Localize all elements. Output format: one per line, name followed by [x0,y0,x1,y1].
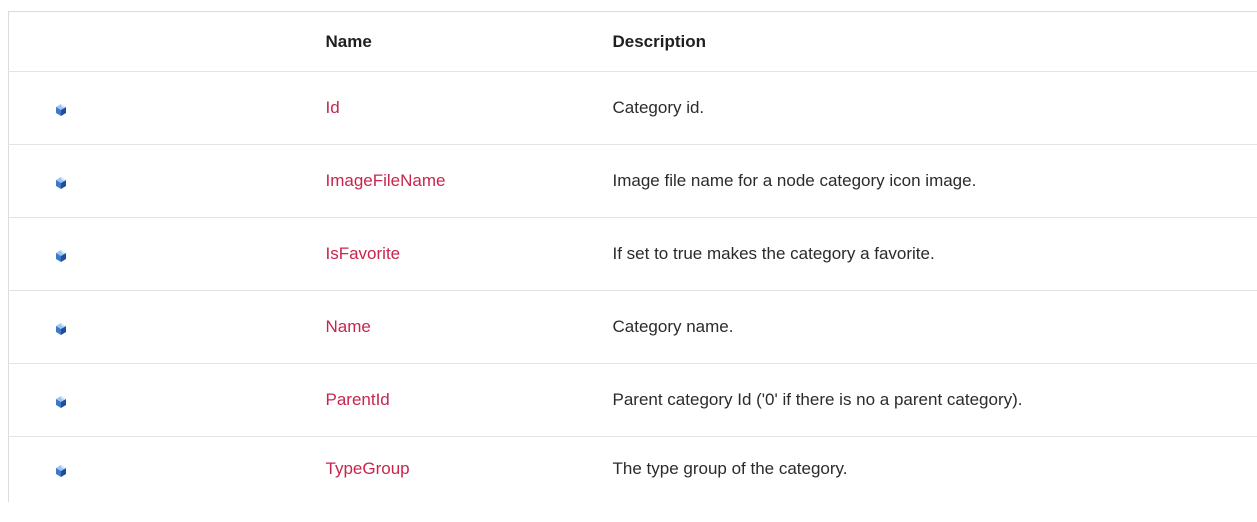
properties-table: Name Description Id Category id. ImageFi… [8,11,1257,502]
table-row: Id Category id. [8,71,1257,145]
public-property-icon [55,463,67,477]
table-row: Name Category name. [8,290,1257,364]
description-cell: If set to true makes the category a favo… [612,244,935,263]
name-cell: TypeGroup [311,437,613,502]
name-cell: IsFavorite [311,218,613,291]
name-cell: Id [311,72,613,145]
table-header: Name Description [9,12,1257,72]
icon-cell [9,364,311,437]
name-cell: ParentId [311,364,613,437]
description-cell: The type group of the category. [612,459,848,479]
public-property-icon [55,175,67,189]
icon-cell [9,72,311,145]
public-property-icon [55,321,67,335]
header-icon-column [9,12,311,72]
header-description: Description [612,31,707,51]
header-row: Name Description [9,12,1257,72]
icon-cell [9,291,311,364]
public-property-icon [55,394,67,408]
description-cell: Category id. [612,98,705,117]
member-link-id[interactable]: Id [326,98,340,117]
description-cell: Parent category Id ('0' if there is no a… [612,390,1023,409]
table-row: ImageFileName Image file name for a node… [8,144,1257,218]
table-row: TypeGroup The type group of the category… [8,436,1257,502]
name-cell: Name [311,291,613,364]
public-property-icon [55,248,67,262]
table-row: IsFavorite If set to true makes the cate… [8,217,1257,291]
icon-cell [9,145,311,218]
icon-cell [9,218,311,291]
header-name: Name [325,31,372,51]
name-cell: ImageFileName [311,145,613,218]
description-cell: Category name. [612,317,734,336]
icon-cell [9,437,311,502]
page: Name Description Id Category id. ImageFi… [0,0,1257,522]
member-link-name[interactable]: Name [326,317,371,336]
member-link-typegroup[interactable]: TypeGroup [326,459,410,478]
table-body: Id Category id. ImageFileName Image file… [8,71,1257,502]
member-link-isfavorite[interactable]: IsFavorite [326,244,401,263]
table-row: ParentId Parent category Id ('0' if ther… [8,363,1257,437]
description-cell: Image file name for a node category icon… [612,171,977,190]
member-link-imagefilename[interactable]: ImageFileName [326,171,446,190]
public-property-icon [55,102,67,116]
member-link-parentid[interactable]: ParentId [326,390,390,409]
